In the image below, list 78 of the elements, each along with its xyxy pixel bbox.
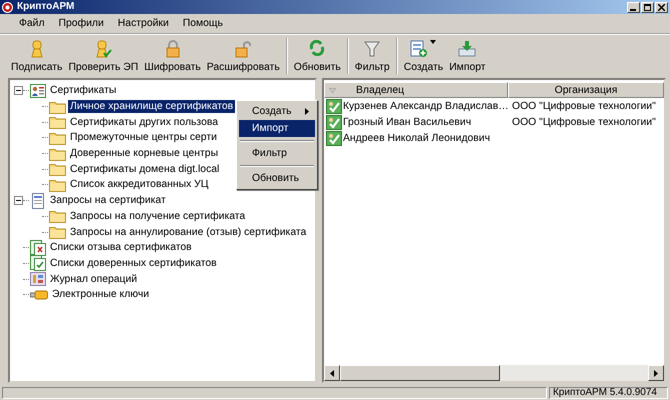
app-logo-icon (2, 2, 13, 12)
context-menu-item[interactable]: Создать (239, 103, 315, 120)
tree-item[interactable]: Список аккредитованных УЦ (68, 178, 210, 192)
horizontal-scrollbar[interactable] (324, 365, 664, 381)
column-header[interactable]: Владелец (324, 82, 508, 98)
document-check-icon (30, 255, 46, 272)
tree-item[interactable]: Сертификаты других пользова (68, 116, 220, 129)
refresh-icon (309, 40, 326, 56)
seal-icon (28, 40, 45, 58)
tree-item[interactable]: Сертификаты (48, 84, 118, 98)
scrollbar-thumb[interactable] (340, 365, 500, 381)
unlocked-lock-icon (235, 40, 252, 58)
folder-icon (49, 225, 66, 240)
toolbar-button[interactable]: Проверить ЭП (65, 36, 142, 76)
maximize-button[interactable] (641, 2, 654, 12)
document-plus-icon (410, 40, 428, 58)
collapse-toggle-icon[interactable] (14, 196, 23, 206)
folder-icon (49, 146, 66, 161)
organization-cell: ООО "Цифровые технологии" (512, 116, 656, 128)
tree-item[interactable]: Доверенные корневые центры (68, 147, 220, 160)
tree-item[interactable]: Промежуточные центры серти (68, 131, 219, 144)
tree-item[interactable]: Запросы на аннулирование (отзыв) сертификата (68, 226, 308, 239)
close-icon (658, 4, 665, 10)
folder-icon (49, 130, 66, 145)
close-button[interactable] (655, 2, 668, 12)
toolbar-button[interactable]: Подписать (8, 36, 66, 76)
filter-icon (364, 40, 380, 58)
folder-icon (49, 162, 66, 176)
owner-cell: Грозный Иван Васильевич (343, 116, 472, 128)
toolbar-button[interactable]: Расшифровать (204, 36, 283, 76)
submenu-arrow-icon (305, 108, 309, 115)
lock-icon (166, 40, 180, 58)
context-menu-item[interactable]: Импорт (239, 120, 315, 137)
folder-icon (49, 178, 66, 192)
document-x-icon (30, 240, 46, 256)
context-menu-item[interactable]: Обновить (239, 170, 315, 187)
version-label: КриптоАРМ 5.4.0.9074 (548, 387, 668, 399)
seal-check-icon (94, 40, 112, 58)
folder-icon (49, 100, 66, 114)
tree-item[interactable]: Списки доверенных сертификатов (48, 256, 219, 270)
context-menu-item[interactable]: Фильтр (239, 145, 315, 162)
tree-item[interactable]: Личное хранилище сертификатов (68, 100, 236, 114)
minimize-button[interactable] (627, 2, 640, 12)
certificate-check-icon (326, 114, 342, 130)
collapse-toggle-icon[interactable] (14, 86, 23, 96)
toolbar-button[interactable]: Фильтр (352, 36, 393, 76)
owner-cell: Андреев Николай Леонидович (343, 132, 490, 144)
tree-item[interactable]: Запросы на получение сертификата (68, 210, 248, 223)
toolbar-button[interactable]: Создать (400, 36, 446, 76)
column-header[interactable]: Организация (508, 82, 664, 98)
tree-item[interactable]: Журнал операций (48, 272, 140, 286)
folder-icon (49, 115, 66, 130)
menu-item[interactable]: Файл (12, 16, 52, 31)
scroll-right-button[interactable] (648, 365, 664, 381)
tree-item[interactable]: Списки отзыва сертификатов (48, 241, 194, 254)
toolbar-button[interactable]: Обновить (290, 36, 344, 76)
maximize-icon (644, 4, 651, 10)
tree-item[interactable]: Запросы на сертификат (48, 194, 168, 208)
window-title: КриптоАРМ (17, 1, 76, 13)
certificate-check-icon (326, 130, 342, 146)
scroll-left-button[interactable] (324, 365, 340, 381)
tree-item[interactable]: Электронные ключи (50, 288, 152, 302)
toolbar-button[interactable]: Импорт (446, 36, 489, 76)
journal-icon (30, 272, 46, 286)
menu-item[interactable]: Настройки (110, 16, 176, 31)
tree-item[interactable]: Сертификаты домена digt.local (68, 162, 222, 176)
caret-icon (430, 40, 436, 44)
organization-cell: ООО "Цифровые технологии" (512, 100, 656, 112)
certificate-check-icon (326, 98, 342, 114)
menu-item[interactable]: Профили (52, 16, 111, 31)
owner-cell: Курзенев Александр Владислав… (343, 100, 509, 112)
menu-item[interactable]: Помощь (176, 16, 230, 31)
toolbar-button[interactable]: Шифровать (141, 36, 204, 76)
folder-icon (49, 209, 66, 224)
form-icon (30, 192, 46, 209)
left-arrow-icon (330, 370, 334, 376)
right-arrow-icon (654, 370, 658, 376)
tray-arrow-icon (458, 40, 476, 58)
